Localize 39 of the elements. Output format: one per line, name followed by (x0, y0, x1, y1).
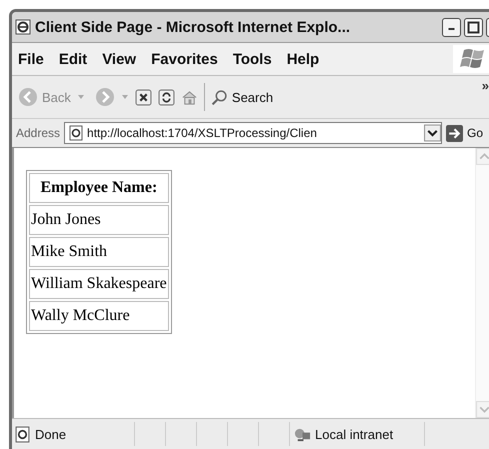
window-title: Client Side Page - Microsoft Internet Explo... (35, 18, 352, 36)
refresh-button[interactable] (158, 88, 175, 106)
stop-button[interactable] (134, 88, 152, 106)
search-button[interactable]: Search (210, 88, 274, 106)
address-label: Address (16, 126, 60, 140)
table-cell: William Skakespeare (29, 269, 169, 299)
security-zone-text: Local intranet (315, 426, 394, 442)
maximize-button[interactable] (464, 18, 483, 36)
arrow-icon (446, 124, 463, 142)
windows-logo-icon (453, 45, 489, 73)
minimize-icon (448, 28, 455, 30)
column-header: Employee Name: (29, 173, 169, 203)
table-cell: Wally McClure (29, 301, 169, 331)
maximize-icon (465, 18, 482, 36)
menu-item[interactable]: File (18, 50, 44, 68)
toolbar-overflow-button[interactable]: » (482, 78, 489, 93)
search-icon (210, 88, 228, 106)
go-button[interactable]: Go (446, 124, 489, 142)
scroll-up-button[interactable] (476, 148, 489, 165)
browser-icon (15, 19, 31, 35)
menu-item[interactable]: View (102, 50, 136, 68)
scrollbar[interactable] (475, 148, 489, 418)
menu-item[interactable]: Help (286, 50, 320, 68)
menu-item[interactable]: Favorites (151, 50, 218, 68)
status-text: Done (35, 426, 66, 442)
table-cell: John Jones (29, 205, 169, 235)
scroll-down-button[interactable] (476, 401, 489, 418)
page-icon (68, 125, 84, 141)
page-icon (14, 426, 31, 442)
dropdown-arrow-icon[interactable] (120, 93, 129, 101)
menu-item[interactable]: Edit (58, 50, 88, 68)
dropdown-button[interactable] (424, 124, 441, 142)
dropdown-arrow-icon[interactable] (76, 93, 85, 101)
menu-item[interactable]: Tools (232, 50, 272, 68)
forward-button[interactable] (94, 87, 115, 107)
address-field[interactable]: http://localhost:1704/XSLTProcessing/Clien (64, 122, 442, 144)
minimize-button[interactable] (442, 18, 461, 36)
table-cell: Mike Smith (29, 237, 169, 267)
home-button[interactable] (180, 88, 198, 106)
